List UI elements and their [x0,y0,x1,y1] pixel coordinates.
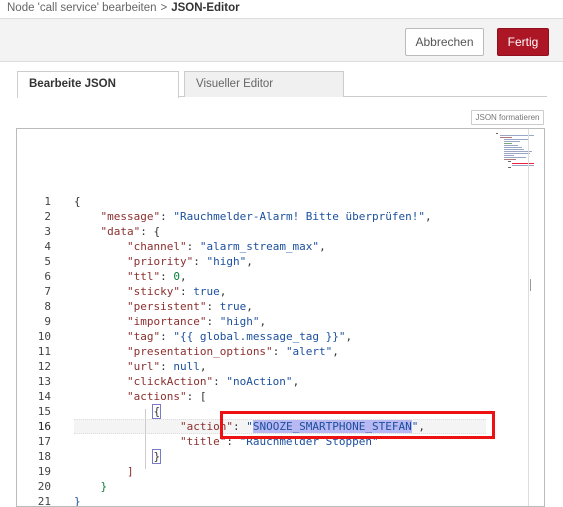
line-number: 13 [37,375,51,388]
code-line-20: } [74,479,108,494]
line-number: 3 [44,225,51,238]
line-number: 20 [37,480,51,493]
line-number: 14 [37,390,51,403]
line-number: 10 [37,330,51,343]
line-number: 19 [37,465,51,478]
breadcrumb: Node 'call service' bearbeiten > JSON-Edit… [0,0,563,18]
json-string: "noAction" [226,375,293,388]
code-line-5: "priority": "high", [126,255,253,268]
json-key: "tag" [126,330,161,343]
line-number: 18 [37,450,51,463]
code-area[interactable]: { "message": "Rauchmelder-Alarm! Bitte ü… [62,129,495,507]
json-key: "persistent" [126,300,207,313]
json-key: "actions" [126,390,187,403]
tab-edit-json[interactable]: Bearbeite JSON [17,71,179,98]
code-minimap[interactable] [494,131,539,191]
json-key: "presentation_options" [126,345,273,358]
code-line-11: "presentation_options": "alert", [126,345,339,358]
line-number: 8 [44,300,51,313]
json-key: "url" [126,360,161,373]
line-number: 21 [37,495,51,507]
json-string: "Rauchmelder-Alarm! Bitte überprüfen!" [173,210,426,223]
code-line-6: "ttl": 0, [126,270,187,283]
done-button[interactable]: Fertig [497,28,549,56]
json-string: "high" [219,315,260,328]
brace-close: } [74,495,81,507]
json-key: "ttl" [126,270,161,283]
code-line-2: "message": "Rauchmelder-Alarm! Bitte übe… [100,210,432,223]
cancel-button[interactable]: Abbrechen [405,28,484,56]
json-number: 0 [173,270,180,283]
json-key: "message" [100,210,161,223]
json-key: "data" [100,225,141,238]
code-line-13: "clickAction": "noAction", [126,375,300,388]
brace-close: } [100,480,108,493]
code-line-14: "actions": [ [126,390,207,403]
vertical-scrollbar-track[interactable] [528,129,529,506]
code-line-7: "sticky": true, [126,285,227,298]
brace-open-matched: { [152,404,162,419]
line-number-gutter: 1 2 3 4 5 6 7 8 9 10 11 12 13 14 15 16 1… [17,129,60,506]
json-key: "clickAction" [126,375,214,388]
bracket-open: [ [199,390,207,403]
line-number: 1 [44,195,51,208]
line-number: 11 [37,345,51,358]
json-boolean: true [219,300,247,313]
json-boolean: true [193,285,220,298]
code-line-4: "channel": "alarm_stream_max", [126,240,326,253]
json-string: "alert" [285,345,333,358]
line-number: 2 [44,210,51,223]
dialog-toolbar: Abbrechen Fertig [0,18,563,62]
line-number: 17 [37,435,51,448]
line-number-active: 16 [37,420,51,433]
json-key: "sticky" [126,285,180,298]
brace-open: { [74,195,81,208]
code-line-9: "importance": "high", [126,315,267,328]
format-json-button[interactable]: JSON formatieren [471,110,544,125]
json-code-editor[interactable]: 1 2 3 4 5 6 7 8 9 10 11 12 13 14 15 16 1… [16,128,545,507]
breadcrumb-separator: > [160,2,168,14]
json-key: "channel" [126,240,187,253]
json-string: "alarm_stream_max" [199,240,320,253]
line-number: 6 [44,270,51,283]
line-number: 5 [44,255,51,268]
line-number: 4 [44,240,51,253]
editor-content: Bearbeite JSON Visueller Editor JSON for… [0,62,563,507]
json-key: "priority" [126,255,194,268]
line-number: 9 [44,315,51,328]
json-key: "importance" [126,315,207,328]
code-line-3: "data": { [100,225,161,238]
code-line-15: { [74,404,162,419]
code-line-8: "persistent": true, [126,300,253,313]
code-line-10: "tag": "{{ global.message_tag }}", [126,330,353,343]
annotation-highlight-box [220,411,495,439]
line-number: 15 [37,405,51,418]
json-string: "high" [206,255,247,268]
json-string: "{{ global.message_tag }}" [173,330,346,343]
json-null: null [173,360,200,373]
tab-visual-editor[interactable]: Visueller Editor [184,71,344,97]
line-number: 7 [44,285,51,298]
vertical-scrollbar-thumb[interactable] [530,279,540,291]
code-line-12: "url": null, [126,360,207,373]
bracket-close: ] [126,465,134,478]
code-line-19: ] [74,464,134,479]
brace-close-matched: } [152,449,162,464]
breadcrumb-parent[interactable]: Node 'call service' bearbeiten [7,2,157,14]
code-line-18: } [74,449,162,464]
code-line-1: { [74,194,81,209]
line-number: 12 [37,360,51,373]
breadcrumb-current: JSON-Editor [171,2,240,14]
brace-open: { [153,225,161,238]
code-line-21: } [74,494,81,507]
editor-tabs: Bearbeite JSON Visueller Editor [17,71,547,98]
